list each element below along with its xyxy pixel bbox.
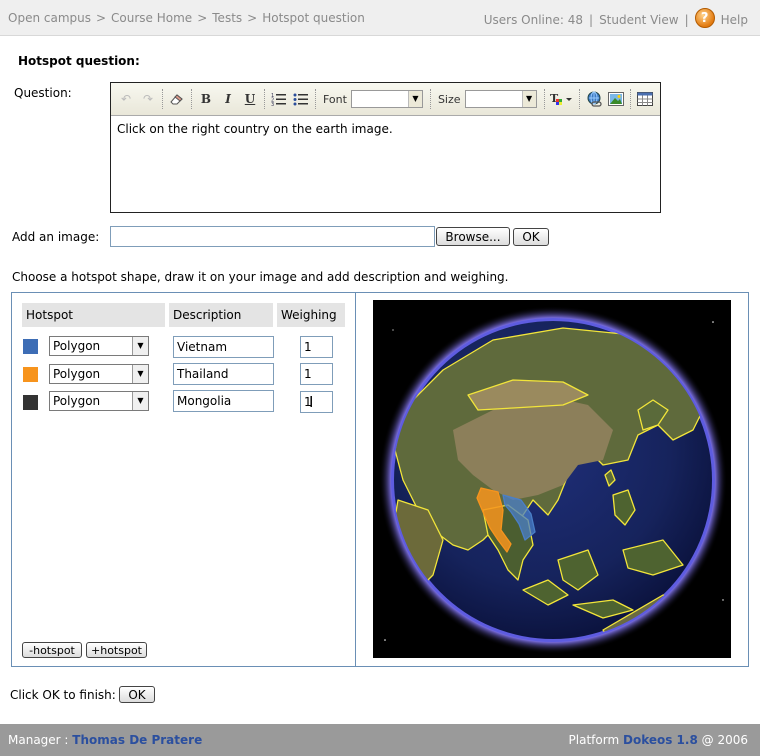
- underline-icon[interactable]: U: [239, 88, 261, 110]
- chevron-down-icon[interactable]: ▼: [132, 365, 148, 383]
- header-divider: |: [684, 12, 689, 27]
- size-select[interactable]: ▼: [464, 90, 537, 108]
- font-select-value: [352, 91, 408, 107]
- hotspot-shape-value: Polygon: [53, 339, 101, 353]
- table-icon[interactable]: [634, 88, 656, 110]
- breadcrumb-course-home[interactable]: Course Home: [111, 11, 192, 25]
- toolbar-separator: [264, 89, 265, 109]
- help-link[interactable]: Help: [721, 13, 748, 27]
- redo-icon[interactable]: ↷: [137, 88, 159, 110]
- size-select-value: [466, 91, 522, 107]
- eraser-icon[interactable]: [166, 88, 188, 110]
- question-editor: ↶ ↷ B I U 123 Font ▼ Size ▼ T Click on t…: [110, 82, 661, 213]
- bold-icon[interactable]: B: [195, 88, 217, 110]
- breadcrumb-tests[interactable]: Tests: [212, 11, 242, 25]
- footer-platform: Platform Dokeos 1.8 @ 2006: [569, 733, 748, 747]
- users-online: Users Online: 48: [483, 12, 584, 27]
- column-header-weighing: Weighing: [277, 303, 345, 327]
- question-label: Question:: [14, 86, 72, 100]
- hotspot-color-swatch: [23, 339, 38, 354]
- header-tools: Users Online: 48 | Student View | ? Help: [483, 8, 748, 28]
- breadcrumb-current: Hotspot question: [262, 11, 365, 25]
- toolbar-separator: [543, 89, 545, 109]
- hotspot-weighing-input[interactable]: 1: [300, 336, 333, 358]
- instructions-text: Choose a hotspot shape, draw it on your …: [12, 270, 509, 284]
- link-icon[interactable]: [583, 88, 605, 110]
- toolbar-separator: [629, 89, 631, 109]
- breadcrumb-open-campus[interactable]: Open campus: [8, 11, 91, 25]
- finish-ok-button[interactable]: OK: [119, 686, 155, 703]
- breadcrumb-separator: >: [95, 11, 107, 25]
- unordered-list-icon[interactable]: [290, 88, 312, 110]
- help-icon[interactable]: ?: [694, 8, 715, 28]
- hotspot-description-input[interactable]: Mongolia: [173, 390, 274, 412]
- ordered-list-icon[interactable]: 123: [268, 88, 290, 110]
- toolbar-separator: [315, 89, 316, 109]
- page-title: Hotspot question:: [18, 54, 140, 68]
- manager-label: Manager :: [8, 733, 69, 747]
- image-icon[interactable]: [605, 88, 627, 110]
- undo-icon[interactable]: ↶: [115, 88, 137, 110]
- hotspot-shape-value: Polygon: [53, 367, 101, 381]
- breadcrumb: Open campus > Course Home > Tests > Hotspot qu…: [8, 11, 365, 25]
- toolbar-separator: [578, 89, 580, 109]
- hotspot-color-swatch: [23, 395, 38, 410]
- toolbar-separator: [162, 89, 163, 109]
- hotspot-shape-select[interactable]: Polygon ▼: [49, 336, 149, 356]
- add-image-label: Add an image:: [12, 230, 100, 244]
- hotspot-color-swatch: [23, 367, 38, 382]
- chevron-down-icon[interactable]: ▼: [132, 392, 148, 410]
- editor-toolbar: ↶ ↷ B I U 123 Font ▼ Size ▼ T: [111, 83, 660, 116]
- hotspot-weighing-input[interactable]: 1: [300, 391, 333, 413]
- font-select[interactable]: ▼: [350, 90, 423, 108]
- footer-year: @ 2006: [701, 733, 748, 747]
- italic-icon[interactable]: I: [217, 88, 239, 110]
- header-divider: |: [589, 12, 594, 27]
- toolbar-separator: [429, 89, 431, 109]
- toolbar-separator: [191, 89, 192, 109]
- hotspot-description-input[interactable]: Thailand: [173, 363, 274, 385]
- remove-hotspot-button[interactable]: -hotspot: [22, 642, 82, 658]
- top-bar: Open campus > Course Home > Tests > Hotspot qu…: [0, 0, 760, 36]
- chevron-down-icon[interactable]: ▼: [407, 91, 422, 107]
- chevron-down-icon[interactable]: ▼: [521, 91, 536, 107]
- size-label: Size: [437, 92, 461, 106]
- chevron-down-icon[interactable]: ▼: [132, 337, 148, 355]
- column-header-hotspot: Hotspot: [22, 303, 165, 327]
- earth-globe-image: [379, 306, 727, 654]
- platform-name-link[interactable]: Dokeos 1.8: [623, 733, 698, 747]
- finish-label: Click OK to finish:: [10, 688, 116, 702]
- text-color-icon[interactable]: T: [548, 88, 576, 110]
- panel-divider: [355, 293, 356, 666]
- footer: Manager : Thomas De Pratere Platform Dok…: [0, 724, 760, 756]
- column-header-description: Description: [169, 303, 273, 327]
- browse-button[interactable]: Browse...: [436, 227, 510, 246]
- manager-name-link[interactable]: Thomas De Pratere: [72, 733, 202, 747]
- platform-label: Platform: [568, 733, 620, 747]
- hotspot-shape-select[interactable]: Polygon ▼: [49, 364, 149, 384]
- svg-text:3: 3: [271, 102, 274, 106]
- student-view-link[interactable]: Student View: [599, 13, 679, 27]
- font-label: Font: [323, 92, 347, 106]
- breadcrumb-separator: >: [247, 11, 258, 25]
- hotspot-image-canvas[interactable]: [373, 300, 731, 658]
- question-text-area[interactable]: Click on the right country on the earth …: [111, 116, 660, 142]
- breadcrumb-separator: >: [197, 11, 208, 25]
- text-cursor-icon: Ι: [309, 393, 314, 411]
- add-hotspot-button[interactable]: +hotspot: [86, 642, 147, 658]
- hotspot-shape-value: Polygon: [53, 394, 101, 408]
- hotspot-weighing-input[interactable]: 1: [300, 363, 333, 385]
- image-file-input[interactable]: [110, 226, 435, 247]
- hotspot-shape-select[interactable]: Polygon ▼: [49, 391, 149, 411]
- hotspot-description-input[interactable]: Vietnam: [173, 336, 274, 358]
- image-ok-button[interactable]: OK: [513, 228, 549, 246]
- hotspot-panel: Hotspot Description Weighing Polygon ▼ V…: [11, 292, 749, 667]
- footer-manager: Manager : Thomas De Pratere: [8, 733, 202, 747]
